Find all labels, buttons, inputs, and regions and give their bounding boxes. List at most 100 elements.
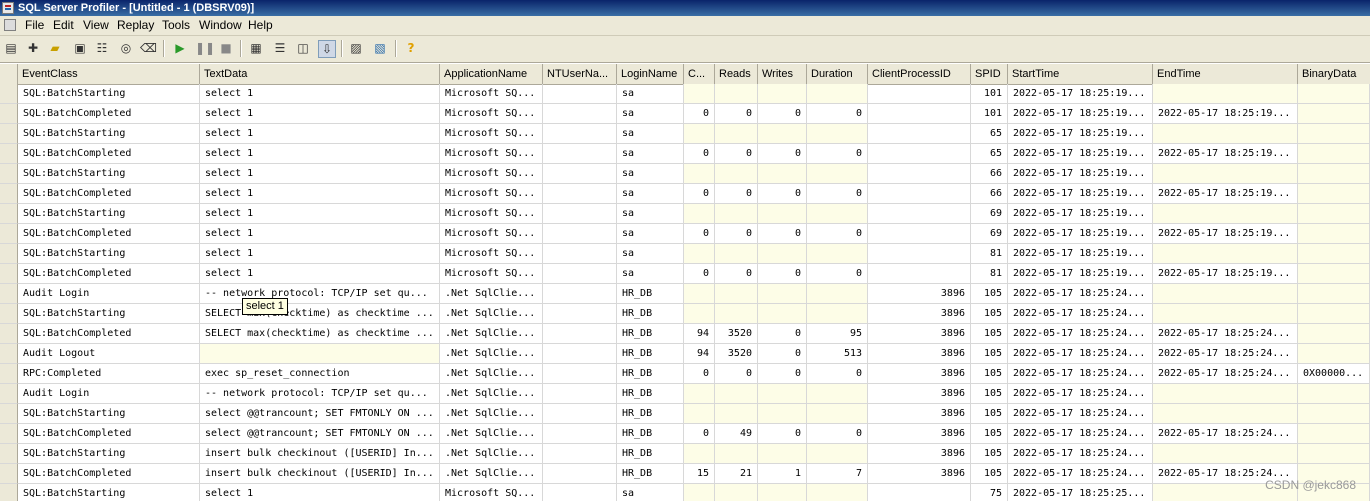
column-header[interactable]: EventClass — [18, 64, 200, 84]
column-header[interactable]: ApplicationName — [440, 64, 543, 84]
table-row[interactable]: SQL:BatchStarting select 1 Microsoft SQ...… — [0, 484, 1370, 501]
table-row[interactable]: SQL:BatchCompleted select 1 Microsoft SQ..… — [0, 224, 1370, 244]
column-header[interactable]: NTUserNa... — [543, 64, 617, 84]
row-selector[interactable] — [0, 464, 18, 484]
open-icon[interactable]: ▰ — [47, 40, 63, 56]
find-icon[interactable]: ◎ — [118, 40, 134, 56]
column-header[interactable]: SPID — [971, 64, 1008, 84]
menu-edit[interactable]: Edit — [53, 16, 74, 35]
row-selector[interactable] — [0, 104, 18, 124]
table-row[interactable]: SQL:BatchStarting select 1 Microsoft SQ...… — [0, 84, 1370, 104]
stop-icon[interactable]: ■ — [218, 40, 234, 56]
table-row[interactable]: Audit Logout .Net SqlClie... HR_DB 94 3520 0 5… — [0, 344, 1370, 364]
auto-scroll-icon[interactable]: ⇩ — [318, 40, 336, 58]
row-selector[interactable] — [0, 384, 18, 404]
column-header[interactable]: Duration — [807, 64, 868, 84]
clear-trace-icon[interactable]: ⌫ — [140, 40, 157, 56]
row-selector[interactable] — [0, 304, 18, 324]
activity-monitor-icon[interactable]: ▨ — [348, 40, 364, 56]
table-cell: 0 — [758, 224, 807, 244]
column-header[interactable]: TextData — [200, 64, 440, 84]
table-cell — [1298, 444, 1370, 464]
properties-icon[interactable]: ☷ — [94, 40, 110, 56]
table-cell — [543, 244, 617, 264]
table-cell: 0 — [758, 344, 807, 364]
table-cell: SQL:BatchStarting — [18, 404, 200, 424]
column-header[interactable]: C... — [684, 64, 715, 84]
help-icon[interactable]: ? — [403, 40, 419, 56]
menu-replay[interactable]: Replay — [117, 16, 154, 35]
table-cell: 105 — [971, 304, 1008, 324]
table-cell: HR_DB — [617, 384, 684, 404]
table-row[interactable]: RPC:Completed exec sp_reset_connection .Ne… — [0, 364, 1370, 384]
table-row[interactable]: Audit Login -- network protocol: TCP/IP s… — [0, 384, 1370, 404]
mdi-child-icon[interactable] — [4, 19, 16, 31]
column-header[interactable]: ClientProcessID — [868, 64, 971, 84]
table-cell: 2022-05-17 18:25:19... — [1008, 224, 1153, 244]
table-row[interactable]: SQL:BatchStarting select 1 Microsoft SQ...… — [0, 204, 1370, 224]
row-selector[interactable] — [0, 204, 18, 224]
save-icon[interactable]: ▣ — [72, 40, 88, 56]
table-cell: 81 — [971, 264, 1008, 284]
row-selector[interactable] — [0, 244, 18, 264]
row-selector[interactable] — [0, 404, 18, 424]
table-row[interactable]: SQL:BatchCompleted select 1 Microsoft SQ..… — [0, 264, 1370, 284]
performance-monitor-icon[interactable]: ▧ — [372, 40, 388, 56]
columns-icon[interactable]: ☰ — [272, 40, 288, 56]
new-template-icon[interactable]: ✚ — [25, 40, 41, 56]
table-row[interactable]: Audit Login -- network protocol: TCP/IP s… — [0, 284, 1370, 304]
table-cell — [715, 164, 758, 184]
table-row[interactable]: SQL:BatchCompleted select 1 Microsoft SQ..… — [0, 184, 1370, 204]
grid-view-icon[interactable]: ▦ — [248, 40, 264, 56]
row-selector[interactable] — [0, 344, 18, 364]
table-row[interactable]: SQL:BatchStarting insert bulk checkinout … — [0, 444, 1370, 464]
row-selector[interactable] — [0, 424, 18, 444]
column-header[interactable]: BinaryData — [1298, 64, 1370, 84]
row-selector[interactable] — [0, 264, 18, 284]
table-cell: 75 — [971, 484, 1008, 501]
menu-tools[interactable]: Tools — [162, 16, 190, 35]
menu-window[interactable]: Window — [199, 16, 242, 35]
row-selector[interactable] — [0, 144, 18, 164]
row-selector[interactable] — [0, 84, 18, 104]
table-row[interactable]: SQL:BatchCompleted select 1 Microsoft SQ..… — [0, 104, 1370, 124]
column-header[interactable]: StartTime — [1008, 64, 1153, 84]
group-icon[interactable]: ◫ — [295, 40, 311, 56]
table-row[interactable]: SQL:BatchStarting select 1 Microsoft SQ...… — [0, 164, 1370, 184]
pause-icon[interactable]: ❚❚ — [195, 40, 215, 56]
table-row[interactable]: SQL:BatchCompleted select 1 Microsoft SQ..… — [0, 144, 1370, 164]
trace-grid[interactable]: EventClass TextData ApplicationName NTUs… — [0, 64, 1370, 501]
table-cell: 0 — [758, 104, 807, 124]
row-selector[interactable] — [0, 484, 18, 501]
table-row[interactable]: SQL:BatchCompleted SELECT max(checktime) … — [0, 324, 1370, 344]
table-row[interactable]: SQL:BatchStarting SELECT max(checktime) a… — [0, 304, 1370, 324]
table-cell — [1153, 384, 1298, 404]
column-header[interactable]: EndTime — [1153, 64, 1298, 84]
row-selector[interactable] — [0, 364, 18, 384]
row-selector[interactable] — [0, 444, 18, 464]
row-selector[interactable] — [0, 224, 18, 244]
table-cell: SQL:BatchStarting — [18, 164, 200, 184]
table-row[interactable]: SQL:BatchStarting select 1 Microsoft SQ...… — [0, 124, 1370, 144]
table-cell: 3896 — [868, 384, 971, 404]
table-row[interactable]: SQL:BatchStarting select 1 Microsoft SQ...… — [0, 244, 1370, 264]
menu-file[interactable]: File — [25, 16, 44, 35]
new-trace-icon[interactable]: ▤ — [3, 40, 19, 56]
table-row[interactable]: SQL:BatchStarting select @@trancount; SET… — [0, 404, 1370, 424]
menu-help[interactable]: Help — [248, 16, 273, 35]
run-icon[interactable]: ▶ — [172, 40, 188, 56]
row-selector[interactable] — [0, 184, 18, 204]
column-header[interactable]: Writes — [758, 64, 807, 84]
table-cell: 21 — [715, 464, 758, 484]
column-header[interactable]: LoginName — [617, 64, 684, 84]
row-selector[interactable] — [0, 164, 18, 184]
row-selector[interactable] — [0, 124, 18, 144]
row-selector[interactable] — [0, 284, 18, 304]
column-header[interactable]: Reads — [715, 64, 758, 84]
table-cell — [758, 84, 807, 104]
row-selector[interactable] — [0, 324, 18, 344]
table-row[interactable]: SQL:BatchCompleted insert bulk checkinout… — [0, 464, 1370, 484]
table-row[interactable]: SQL:BatchCompleted select @@trancount; SE… — [0, 424, 1370, 444]
menu-view[interactable]: View — [83, 16, 109, 35]
table-cell — [868, 164, 971, 184]
